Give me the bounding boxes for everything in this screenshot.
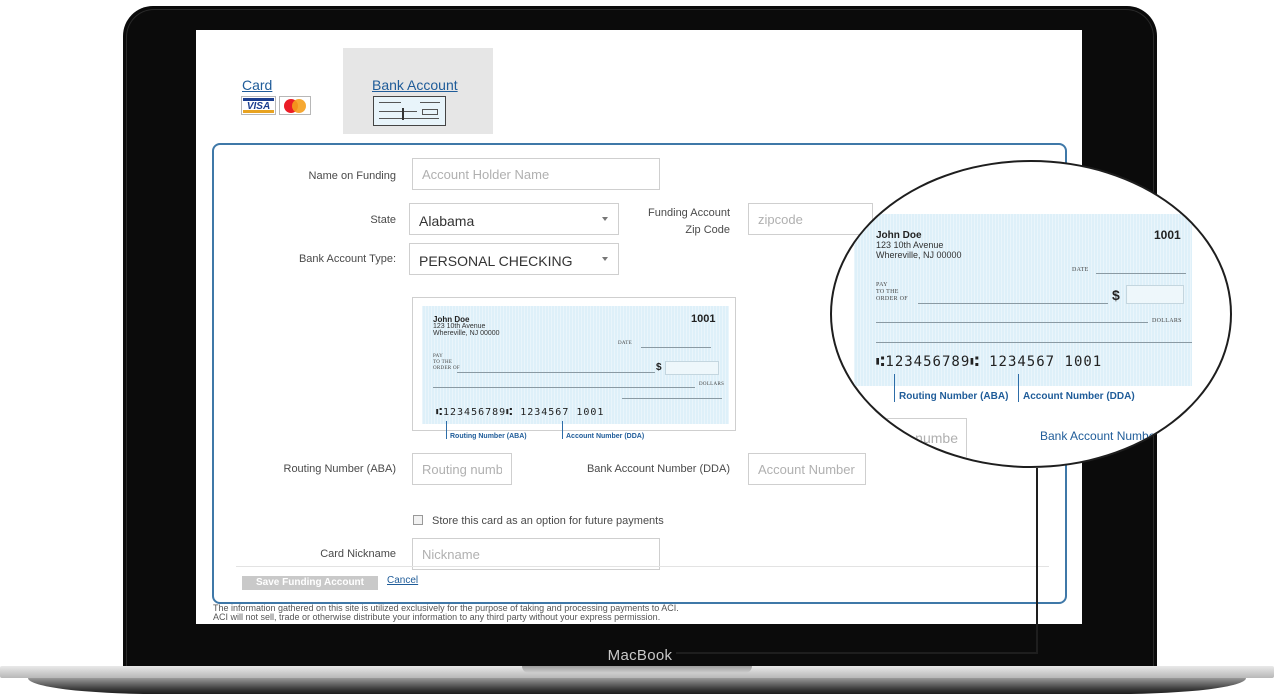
- magnified-check-date-label: Date: [1072, 267, 1089, 273]
- magnified-check-amount-box: [1126, 285, 1184, 304]
- routing-number-input[interactable]: [412, 453, 512, 485]
- check-number: 1001: [691, 313, 716, 325]
- state-label: State: [370, 214, 396, 226]
- bank-check-icon: [373, 96, 446, 126]
- laptop-brand-label: MacBook: [607, 647, 673, 664]
- check-address-line2: Whereville, NJ 00000: [433, 330, 500, 337]
- store-card-checkbox[interactable]: [413, 515, 423, 525]
- account-callout-line: [562, 421, 563, 439]
- save-funding-account-button[interactable]: Save Funding Account: [242, 576, 378, 590]
- sample-check: John Doe 123 10th Avenue Whereville, NJ …: [422, 306, 729, 424]
- form-divider: [236, 566, 1049, 567]
- funding-zip-label-line1: Funding Account: [648, 207, 730, 219]
- magnified-check-dollars-label: Dollars: [1152, 318, 1182, 324]
- store-card-label: Store this card as an option for future …: [432, 515, 664, 527]
- visa-card-text: VISA: [246, 101, 271, 112]
- bank-account-type-label: Bank Account Type:: [298, 253, 396, 265]
- tab-bank-account-label[interactable]: Bank Account: [372, 77, 458, 93]
- bank-account-number-label: Bank Account Number (DDA): [586, 463, 730, 475]
- magnifier-connector-vertical: [1036, 468, 1038, 654]
- magnified-account-callout-label: Account Number (DDA): [1023, 391, 1135, 402]
- sample-check-frame: John Doe 123 10th Avenue Whereville, NJ …: [412, 297, 736, 431]
- laptop-base-bottom: [28, 678, 1246, 694]
- magnified-account-number-field: s numbe: [887, 418, 967, 460]
- bank-account-type-select[interactable]: PERSONAL CHECKING: [409, 243, 619, 275]
- account-callout-label: Account Number (DDA): [566, 433, 645, 440]
- magnified-check-micr-line: ⑆123456789⑆ 1234567 1001: [876, 354, 1103, 370]
- check-micr-line: ⑆123456789⑆ 1234567 1001: [436, 407, 605, 418]
- tab-bank-account[interactable]: Bank Account: [343, 48, 493, 134]
- check-date-label: Date: [618, 341, 632, 346]
- magnified-bank-account-number-label: Bank Account Number: [1040, 429, 1160, 443]
- bank-account-type-value: PERSONAL CHECKING: [419, 253, 573, 269]
- magnified-routing-callout-line: [894, 374, 895, 402]
- bank-account-number-input[interactable]: [748, 453, 866, 485]
- routing-callout-line: [446, 421, 447, 439]
- state-select-value: Alabama: [419, 213, 475, 229]
- account-holder-name-input[interactable]: [412, 158, 660, 190]
- tab-card-label[interactable]: Card: [242, 77, 272, 93]
- disclaimer: The information gathered on this site is…: [213, 604, 679, 622]
- magnified-check: John Doe 123 10th Avenue Whereville, NJ …: [854, 214, 1192, 386]
- check-pay-label-line2: To The: [433, 360, 453, 365]
- tab-card[interactable]: Card VISA: [236, 48, 332, 134]
- magnifier-connector-horizontal: [676, 652, 1038, 654]
- routing-number-label: Routing Number (ABA): [283, 463, 397, 475]
- magnified-check-number: 1001: [1154, 228, 1181, 242]
- state-select[interactable]: Alabama: [409, 203, 619, 235]
- magnified-check-pay-label-line1: Pay: [876, 282, 888, 288]
- routing-callout-label: Routing Number (ABA): [450, 433, 527, 440]
- funding-zip-label-line2: Zip Code: [685, 224, 730, 236]
- magnified-check-pay-label-line2: To The: [876, 289, 899, 295]
- laptop-base: [0, 666, 1274, 696]
- laptop-base-notch: [522, 666, 752, 673]
- name-on-funding-label: Name on Funding: [308, 170, 396, 182]
- state-dropdown-caret-icon: [602, 217, 608, 221]
- cancel-link[interactable]: Cancel: [387, 575, 418, 586]
- check-pay-label-line3: Order Of: [433, 366, 460, 371]
- mastercard-yellow-circle: [292, 99, 306, 113]
- check-dollar-sign: $: [656, 362, 662, 373]
- magnified-account-callout-line: [1018, 374, 1019, 402]
- magnified-check-dollar-sign: $: [1112, 287, 1120, 303]
- check-magnifier: John Doe 123 10th Avenue Whereville, NJ …: [830, 160, 1232, 468]
- account-type-dropdown-caret-icon: [602, 257, 608, 261]
- check-dollars-label: Dollars: [699, 382, 725, 387]
- magnified-routing-callout-label: Routing Number (ABA): [899, 391, 1009, 402]
- visa-card-icon: VISA: [241, 96, 276, 115]
- magnified-check-pay-label-line3: Order Of: [876, 296, 908, 302]
- check-amount-box: [665, 361, 719, 375]
- magnified-check-address-line2: Whereville, NJ 00000: [876, 250, 962, 260]
- mastercard-icon: [279, 96, 311, 115]
- disclaimer-line2: ACI will not sell, trade or otherwise di…: [213, 612, 661, 622]
- check-pay-label-line1: Pay: [433, 354, 443, 359]
- card-nickname-label: Card Nickname: [320, 548, 396, 560]
